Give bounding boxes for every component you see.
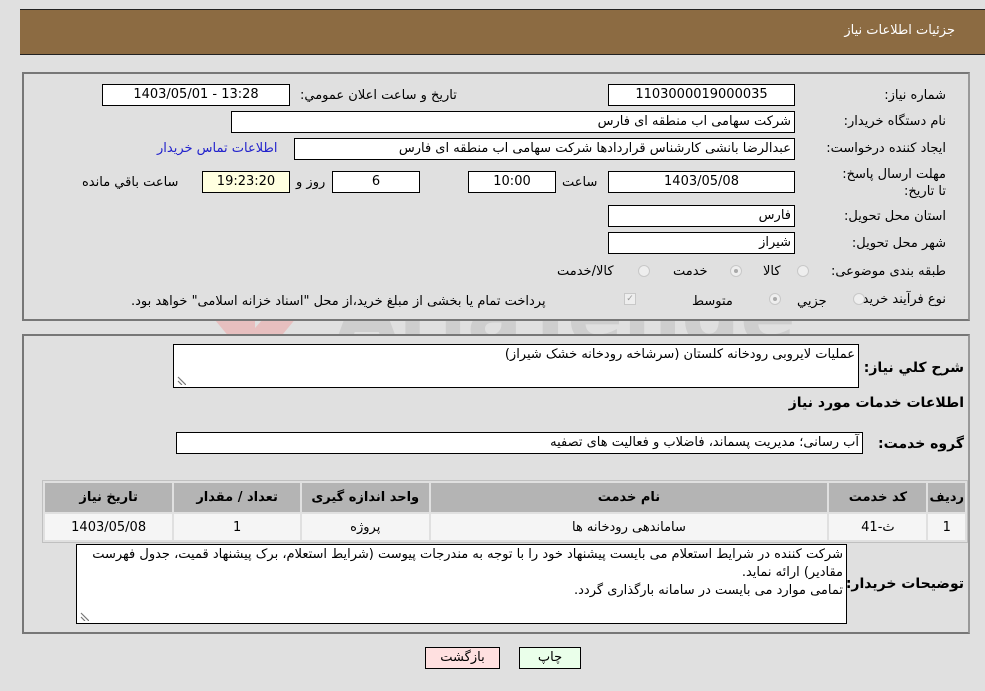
remaining-time-field: 19:23:20 bbox=[202, 171, 290, 193]
cell-need-date: 1403/05/08 bbox=[45, 514, 173, 540]
days-field[interactable]: 6 bbox=[332, 171, 420, 193]
purchase-type-label: نوع فرآیند خرید : bbox=[854, 292, 946, 307]
buyer-org-label: نام دستگاه خريدار: bbox=[843, 114, 946, 129]
deadline-label: مهلت ارسال پاسخ: تا تاریخ: bbox=[842, 167, 946, 199]
deadline-date-field[interactable]: 1403/05/08 bbox=[608, 171, 795, 193]
cell-row-num: 1 bbox=[928, 514, 965, 540]
need-details-panel: شرح کلي نياز: عملیات لایروبی رودخانه کلس… bbox=[22, 334, 970, 634]
buyer-contact-link[interactable]: اطلاعات تماس خريدار bbox=[157, 141, 277, 156]
col-header-quantity: تعداد / مقدار bbox=[174, 483, 300, 512]
days-label: روز و bbox=[296, 175, 326, 190]
col-header-service-name: نام خدمت bbox=[430, 483, 828, 512]
cell-service-code: ث-41 bbox=[829, 514, 927, 540]
province-field[interactable]: فارس bbox=[608, 205, 795, 227]
province-label: استان محل تحويل: bbox=[844, 209, 946, 224]
purchase-option-medium: متوسط bbox=[692, 294, 733, 309]
deadline-time-field[interactable]: 10:00 bbox=[468, 171, 556, 193]
treasury-checkbox[interactable]: ✓ bbox=[624, 293, 636, 305]
announce-label: تاریخ و ساعت اعلان عمومي: bbox=[300, 88, 457, 103]
category-option-goods-service: کالا/خدمت bbox=[557, 264, 614, 279]
services-table: رديف کد خدمت نام خدمت واحد اندازه گيری ت… bbox=[42, 480, 968, 543]
category-option-goods: کالا bbox=[763, 264, 781, 279]
city-field[interactable]: شیراز bbox=[608, 232, 795, 254]
category-option-service: خدمت bbox=[673, 264, 708, 279]
page-title: جزئیات اطلاعات نیاز bbox=[844, 23, 955, 38]
category-radio-goods-service[interactable] bbox=[638, 265, 650, 277]
description-textarea[interactable]: عملیات لایروبی رودخانه کلستان (سرشاخه رو… bbox=[173, 344, 859, 388]
cell-quantity: 1 bbox=[174, 514, 300, 540]
need-number-label: شماره نیاز: bbox=[884, 88, 946, 103]
col-header-need-date: تاريخ نياز bbox=[45, 483, 173, 512]
cell-service-name: ساماندهی رودخانه ها bbox=[430, 514, 828, 540]
cell-unit: پروژه bbox=[301, 514, 429, 540]
creator-label: ايجاد کننده درخواست: bbox=[826, 141, 946, 156]
buyer-notes-line-2: تمامی موارد می بایست در سامانه بارگذاری … bbox=[574, 583, 843, 598]
resize-grip-icon[interactable] bbox=[79, 611, 89, 621]
buyer-notes-line-1: شرکت کننده در شرایط استعلام می بایست پیش… bbox=[92, 547, 843, 580]
remaining-label: ساعت باقي مانده bbox=[82, 175, 179, 190]
category-label: طبقه بندی موضوعی: bbox=[830, 264, 946, 279]
page-header: جزئیات اطلاعات نیاز bbox=[20, 9, 985, 55]
buyer-notes-textarea[interactable]: شرکت کننده در شرایط استعلام می بایست پیش… bbox=[76, 544, 847, 624]
category-radio-goods[interactable] bbox=[797, 265, 809, 277]
resize-grip-icon[interactable] bbox=[176, 375, 186, 385]
need-number-field[interactable]: 1103000019000035 bbox=[608, 84, 795, 106]
purchase-radio-minor[interactable] bbox=[853, 293, 865, 305]
creator-field[interactable]: عبدالرضا بانشی کارشناس قراردادها شرکت سه… bbox=[294, 138, 795, 160]
description-text: عملیات لایروبی رودخانه کلستان (سرشاخه رو… bbox=[504, 347, 855, 362]
table-header-row: رديف کد خدمت نام خدمت واحد اندازه گيری ت… bbox=[45, 483, 965, 512]
category-radio-service[interactable] bbox=[730, 265, 742, 277]
services-heading: اطلاعات خدمات مورد نياز bbox=[788, 395, 964, 411]
treasury-note: پرداخت تمام يا بخشی از مبلغ خريد،از محل … bbox=[131, 294, 546, 309]
buyer-org-field[interactable]: شرکت سهامی اب منطقه ای فارس bbox=[231, 111, 795, 133]
col-header-service-code: کد خدمت bbox=[829, 483, 927, 512]
description-label: شرح کلي نياز: bbox=[863, 360, 964, 376]
purchase-radio-medium[interactable] bbox=[769, 293, 781, 305]
service-group-field[interactable]: آب رسانی؛ مدیریت پسماند، فاضلاب و فعالیت… bbox=[176, 432, 863, 454]
table-row: 1 ث-41 ساماندهی رودخانه ها پروژه 1 1403/… bbox=[45, 514, 965, 540]
col-header-unit: واحد اندازه گيری bbox=[301, 483, 429, 512]
purchase-option-minor: جزيي bbox=[797, 294, 827, 309]
announce-field[interactable]: 1403/05/01 - 13:28 bbox=[102, 84, 290, 106]
col-header-row-num: رديف bbox=[928, 483, 965, 512]
deadline-time-label: ساعت bbox=[562, 175, 598, 190]
service-group-label: گروه خدمت: bbox=[878, 436, 964, 452]
buyer-notes-label: توضيحات خريدار: bbox=[845, 576, 964, 592]
print-button[interactable]: چاپ bbox=[519, 647, 581, 669]
back-button[interactable]: بازگشت bbox=[425, 647, 500, 669]
city-label: شهر محل تحويل: bbox=[851, 236, 946, 251]
need-info-panel: شماره نیاز: 1103000019000035 تاریخ و ساع… bbox=[22, 72, 970, 321]
